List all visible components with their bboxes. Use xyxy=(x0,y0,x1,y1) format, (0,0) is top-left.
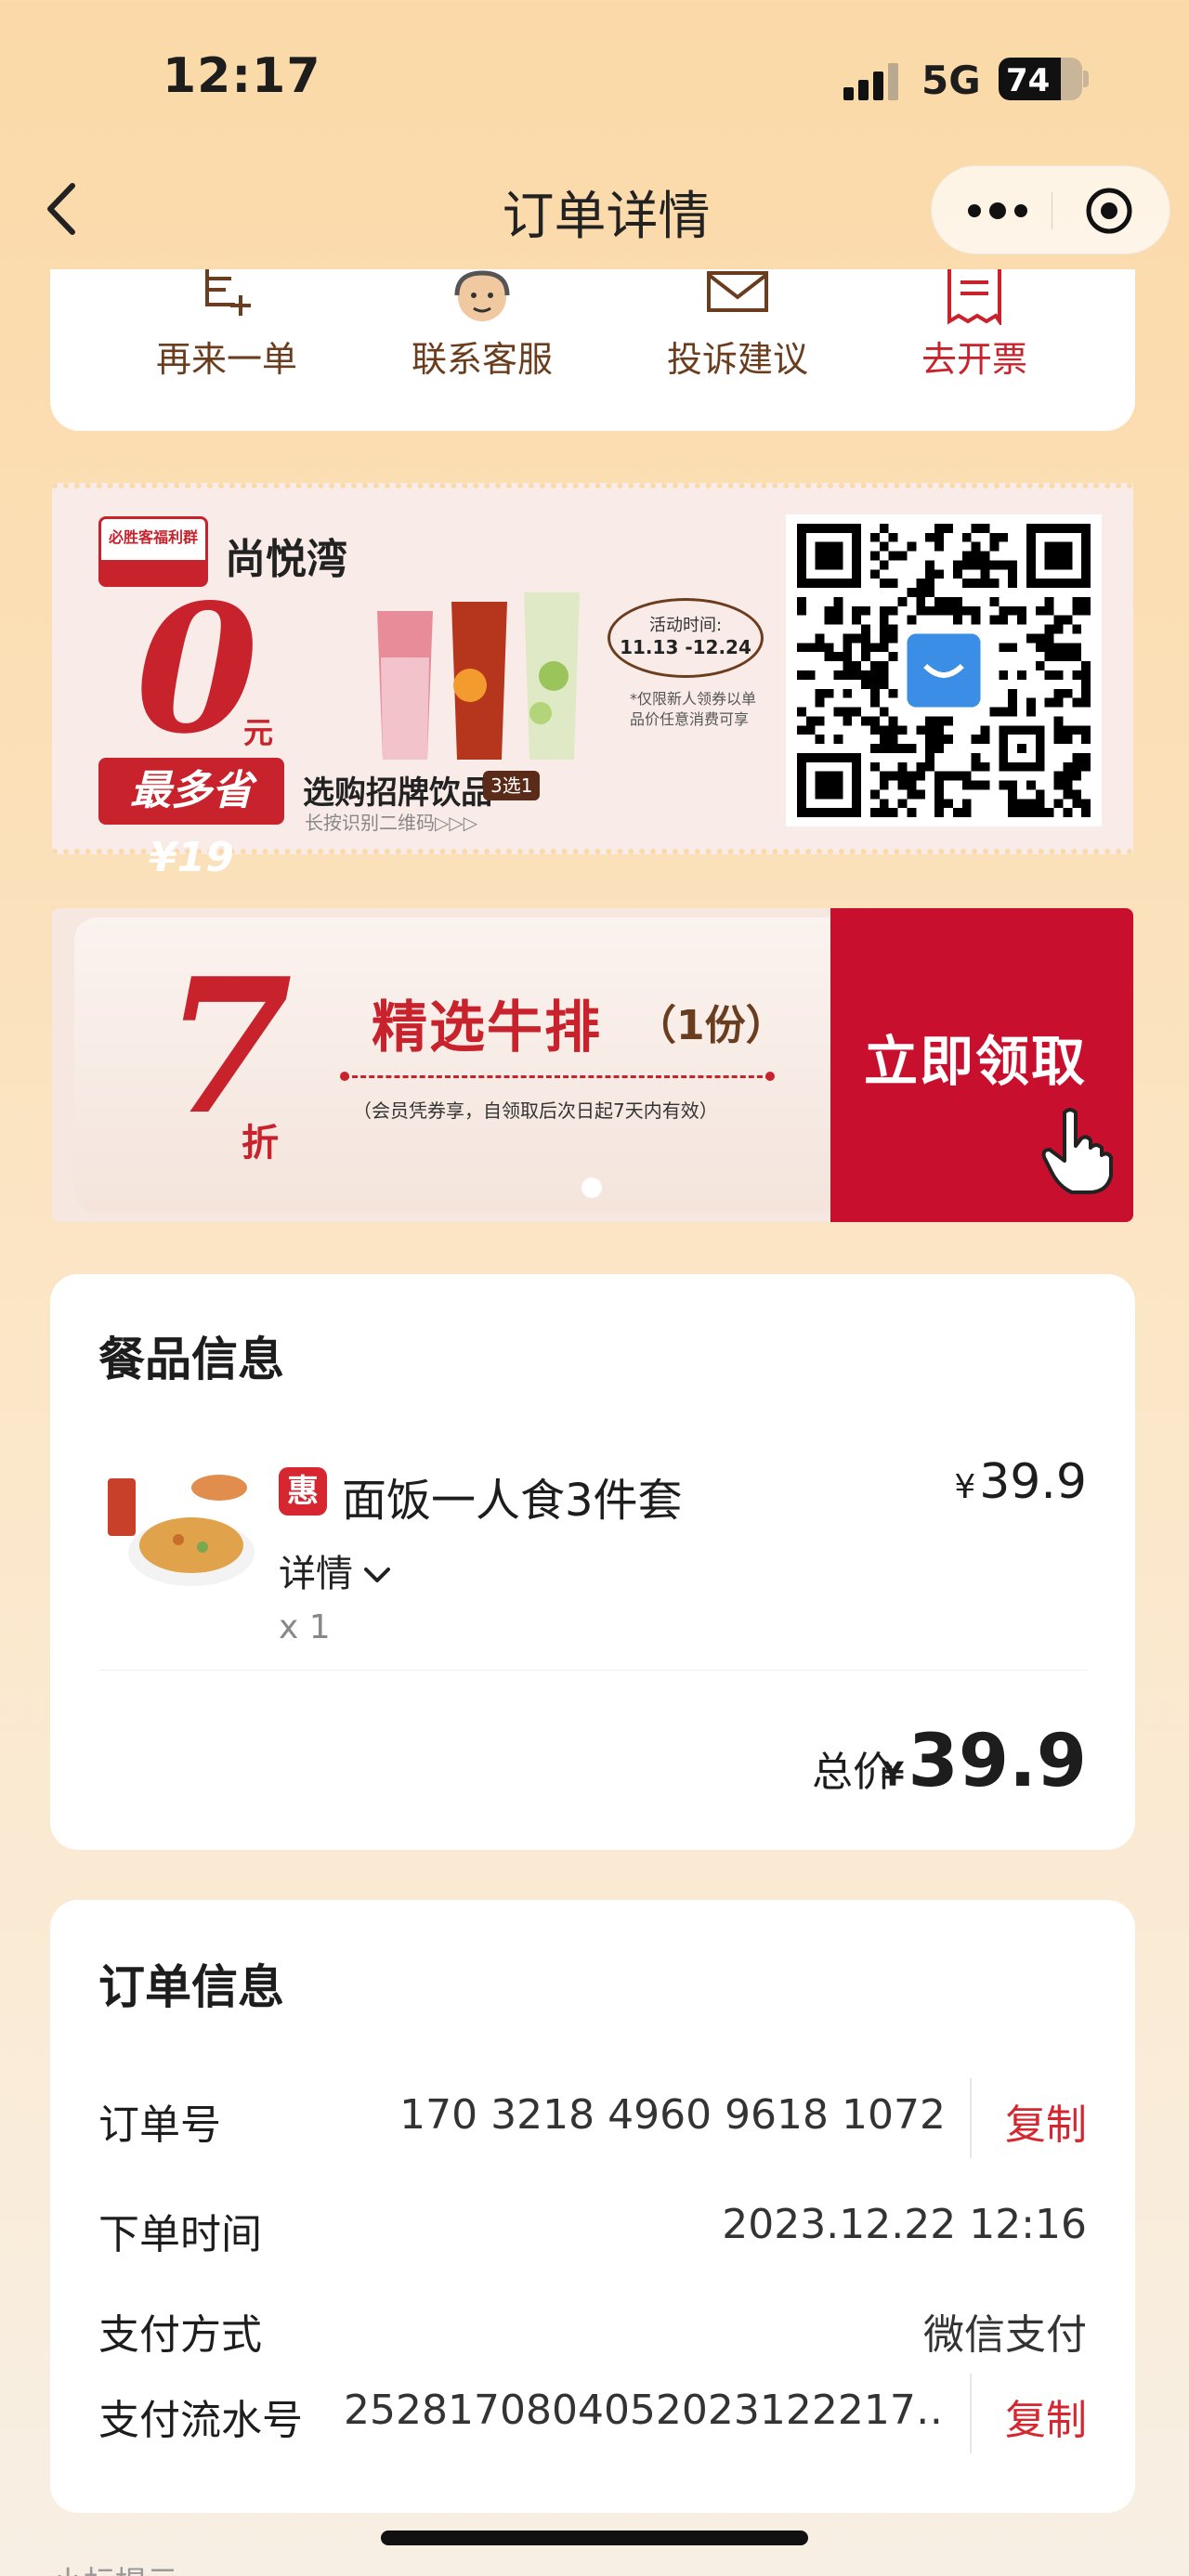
food-currency: ¥ xyxy=(954,1468,976,1506)
activity-time-bubble: 活动时间: 11.13 -12.24 xyxy=(608,598,764,678)
carousel-indicator xyxy=(581,1177,602,1198)
battery-percent: 74 xyxy=(1006,62,1051,99)
battery-tip xyxy=(1083,71,1089,87)
food-divider xyxy=(98,1670,1087,1671)
copy-transaction-id-button[interactable]: 复制 xyxy=(1005,2387,1087,2446)
coupon-divider xyxy=(340,1072,775,1081)
promo-big-value: 0 xyxy=(136,566,259,773)
reorder-label: 再来一单 xyxy=(155,339,297,380)
promo-sub: 长按识别二维码▷▷▷ xyxy=(305,812,478,834)
payment-method-value: 微信支付 xyxy=(923,2311,1087,2359)
order-section-title: 订单信息 xyxy=(98,1960,284,2014)
reorder-icon xyxy=(194,269,259,325)
total-currency: ¥ xyxy=(881,1756,905,1794)
invoice-button[interactable]: 去开票 xyxy=(872,269,1077,390)
save-badge: 最多省¥19 xyxy=(98,758,284,881)
order-actions-card: 再来一单 联系客服 投诉建议 去开票 xyxy=(50,269,1135,431)
battery-icon: 74 xyxy=(999,58,1082,100)
food-info-card: 餐品信息 惠 面饭一人食3件套 ¥39.9 详情 x 1 总价 ¥39.9 xyxy=(50,1274,1135,1850)
logo-text: 必胜客福利群 xyxy=(108,528,198,546)
promo-tag: 3选1 xyxy=(483,771,541,800)
promo-unit: 元 xyxy=(243,715,274,750)
copy-order-number-button[interactable]: 复制 xyxy=(1005,2091,1087,2151)
invoice-icon xyxy=(942,269,1007,328)
home-indicator xyxy=(381,2530,808,2545)
total-price: ¥39.9 xyxy=(881,1720,1087,1803)
coupon-qty: （1份） xyxy=(635,1002,787,1049)
customer-service-icon xyxy=(450,269,515,325)
coupon-body: 7 折 精选牛排 （1份） （会员凭券享，自领取后次日起7天内有效） xyxy=(74,917,866,1213)
order-time-label: 下单时间 xyxy=(98,2211,262,2258)
order-info-card: 订单信息 订单号 170 3218 4960 9618 1072 复制 下单时间… xyxy=(50,1900,1135,2513)
next-section-peek: 小标提示 xyxy=(52,2557,178,2576)
steak-coupon-banner[interactable]: 7 折 精选牛排 （1份） （会员凭券享，自领取后次日起7天内有效） 立即领取 xyxy=(52,908,1133,1222)
more-icon[interactable] xyxy=(965,200,1030,222)
food-name: 面饭一人食3件套 xyxy=(342,1475,683,1527)
promo-note: *仅限新人领券以单品价任意消费可享 xyxy=(630,690,757,728)
discount-unit: 折 xyxy=(242,1122,279,1164)
qr-code[interactable] xyxy=(786,514,1102,826)
chevron-down-icon xyxy=(362,1553,392,1582)
payment-method-label: 支付方式 xyxy=(98,2311,262,2359)
order-time-value: 2023.12.22 12:16 xyxy=(722,2201,1087,2248)
customer-service-button[interactable]: 联系客服 xyxy=(380,269,584,390)
mini-program-capsule xyxy=(931,165,1170,254)
promo-headline: 选购招牌饮品 xyxy=(303,774,492,812)
activity-label: 活动时间: xyxy=(648,616,723,635)
coupon-note: （会员凭券享，自领取后次日起7天内有效） xyxy=(353,1099,718,1122)
order-number-label: 订单号 xyxy=(98,2101,221,2149)
invoice-label: 去开票 xyxy=(921,339,1027,380)
food-detail-label: 详情 xyxy=(279,1553,353,1595)
network-type: 5G xyxy=(921,58,981,103)
claim-label: 立即领取 xyxy=(864,1030,1088,1093)
drinks-image xyxy=(331,574,637,769)
pointer-hand-icon xyxy=(1037,1103,1120,1196)
transaction-id-label: 支付流水号 xyxy=(98,2397,303,2444)
complaint-button[interactable]: 投诉建议 xyxy=(635,269,840,390)
coupon-title: 精选牛排 xyxy=(372,995,602,1060)
transaction-id-value: 25281708040520231222​17… xyxy=(344,2387,947,2434)
discount-badge: 惠 xyxy=(279,1467,327,1516)
food-detail-toggle[interactable]: 详情 xyxy=(279,1543,392,1597)
close-mini-program-icon[interactable] xyxy=(1085,187,1133,235)
customer-service-label: 联系客服 xyxy=(411,339,553,380)
complaint-label: 投诉建议 xyxy=(666,339,808,380)
mail-icon xyxy=(705,269,770,325)
food-quantity: x 1 xyxy=(279,1608,331,1646)
food-image xyxy=(98,1460,256,1590)
food-price-value: 39.9 xyxy=(979,1454,1087,1510)
drinks-promo-banner[interactable]: 必胜客福利群 尚悦湾 0 元 最多省¥19 活动时间: 11.13 -12.24… xyxy=(52,483,1133,881)
food-price: ¥39.9 xyxy=(954,1454,1087,1510)
status-bar: 12:17 5G 74 xyxy=(0,0,1189,158)
copy-divider xyxy=(970,2374,972,2453)
status-time: 12:17 xyxy=(163,48,321,104)
total-price-value: 39.9 xyxy=(908,1720,1087,1803)
order-number-value: 170 3218 4960 9618 1072 xyxy=(399,2091,946,2139)
activity-dates: 11.13 -12.24 xyxy=(620,636,751,658)
food-section-title: 餐品信息 xyxy=(98,1333,284,1386)
claim-coupon-button[interactable]: 立即领取 xyxy=(830,908,1133,1222)
copy-divider xyxy=(970,2078,972,2158)
signal-icon xyxy=(843,63,903,100)
reorder-button[interactable]: 再来一单 xyxy=(124,269,329,390)
